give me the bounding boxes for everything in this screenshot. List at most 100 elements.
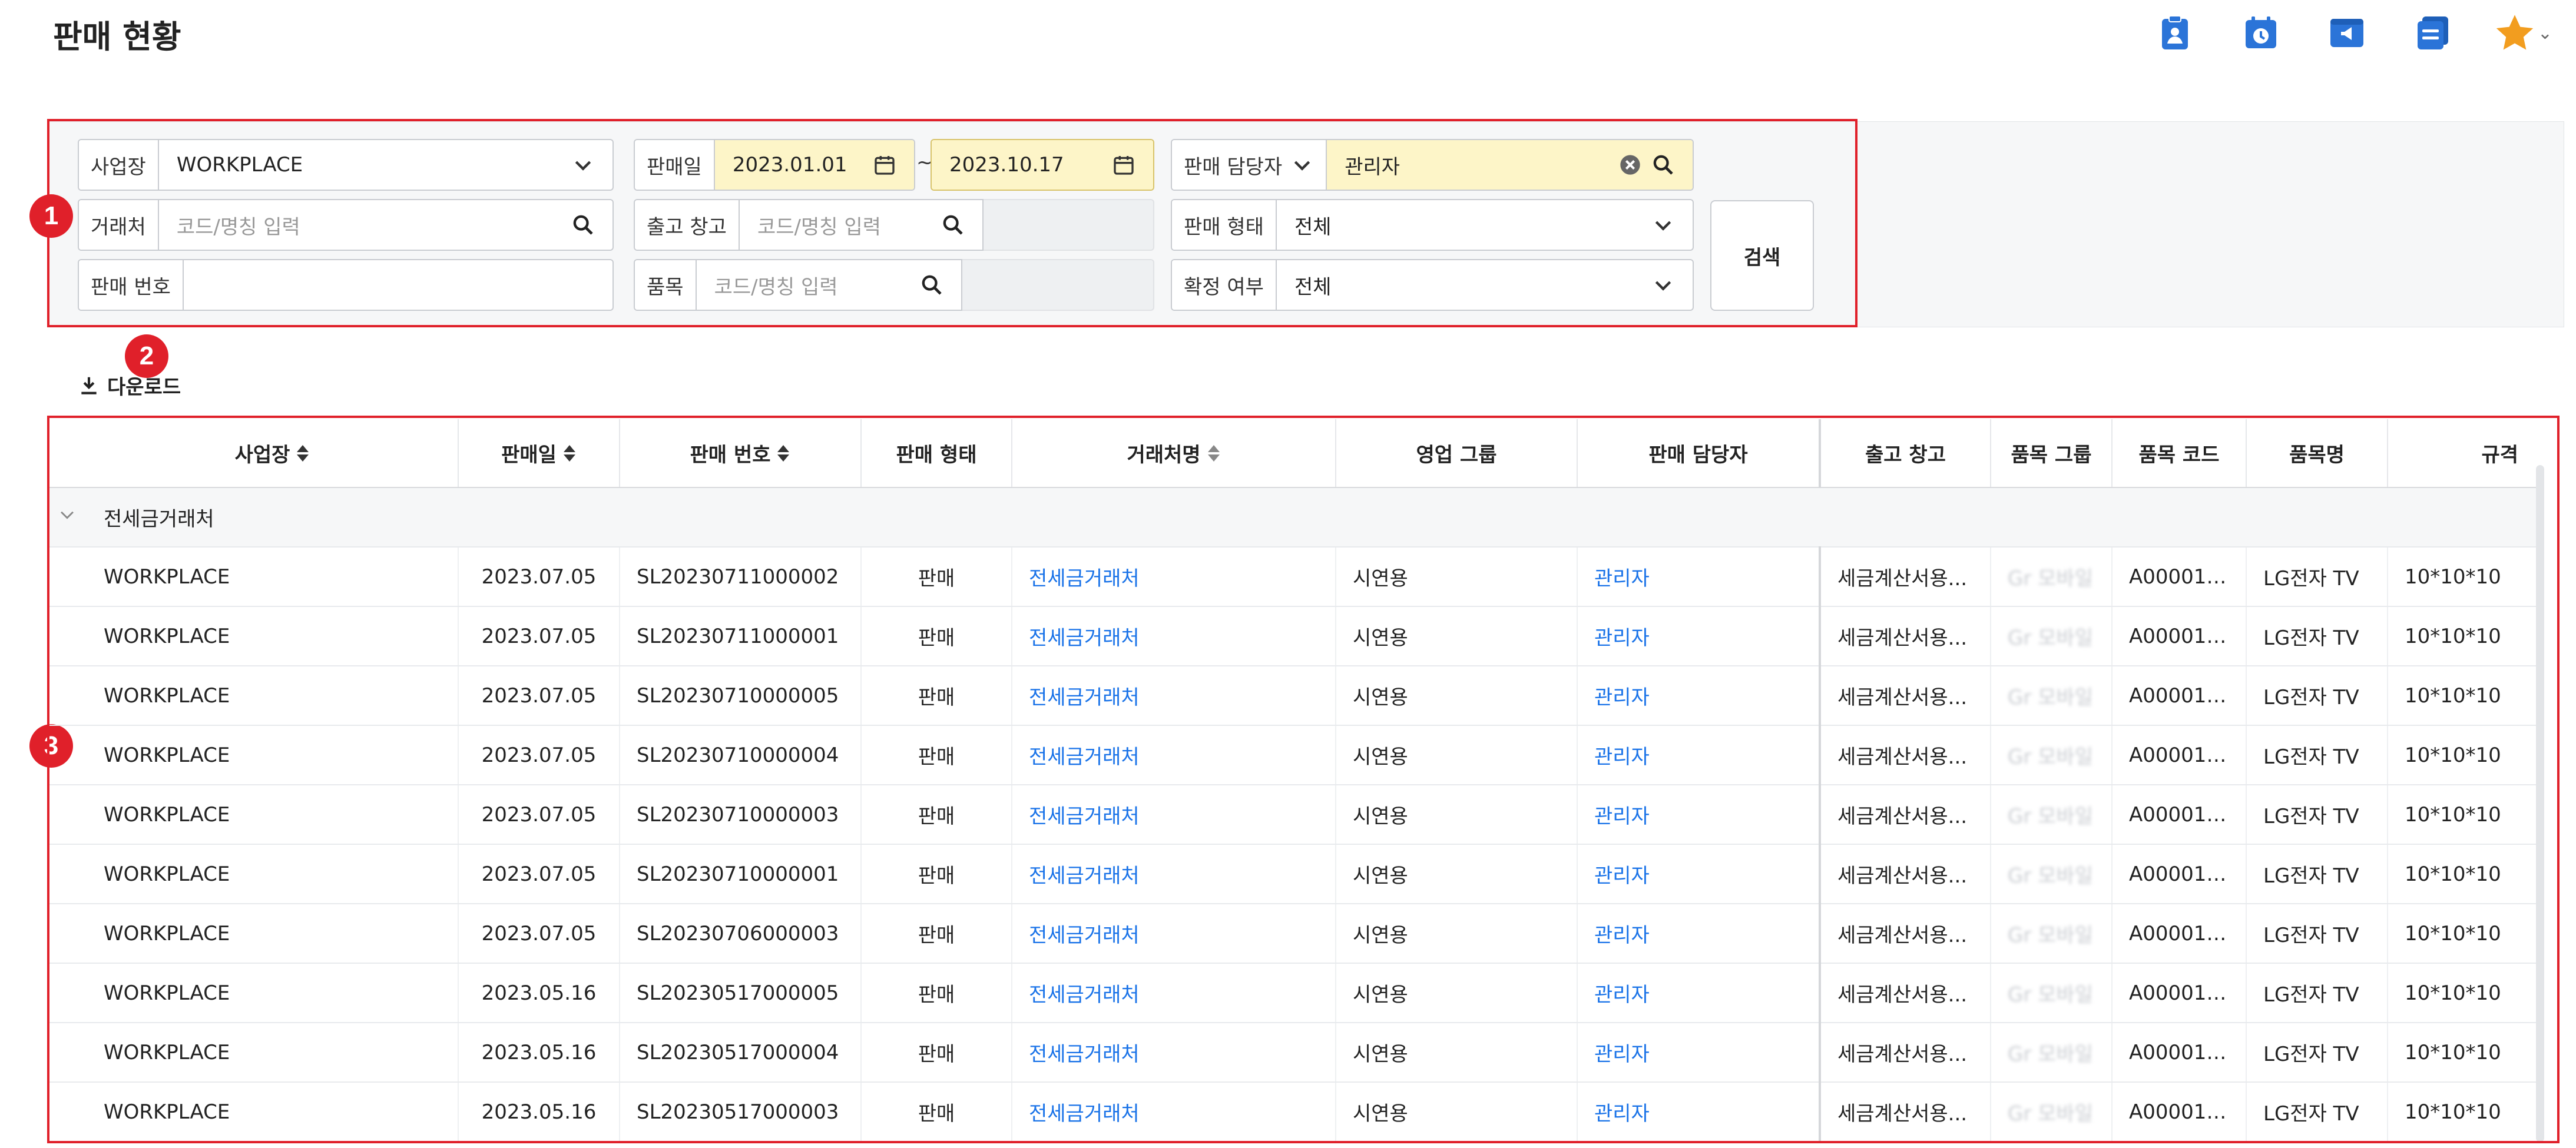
cell-item-name: LG전자 TV bbox=[2246, 606, 2388, 666]
cell-manager[interactable]: 관리자 bbox=[1577, 666, 1821, 726]
cell-item-code: A000010... bbox=[2112, 844, 2247, 904]
cell-customer[interactable]: 전세금거래처 bbox=[1012, 725, 1336, 785]
cell-manager[interactable]: 관리자 bbox=[1577, 785, 1821, 845]
workplace-select[interactable]: 사업장 WORKPLACE bbox=[78, 139, 614, 191]
cell-sales-group: 시연용 bbox=[1336, 547, 1578, 607]
favorite-toggle[interactable]: ⌄ bbox=[2494, 12, 2552, 54]
cell-customer[interactable]: 전세금거래처 bbox=[1012, 904, 1336, 964]
cell-item-name: LG전자 TV bbox=[2246, 725, 2388, 785]
sale-type-select[interactable]: 판매 형태 전체 bbox=[1171, 199, 1694, 251]
cell-sale-no: SL20230706000003 bbox=[620, 904, 862, 964]
cell-manager[interactable]: 관리자 bbox=[1577, 904, 1821, 964]
star-icon bbox=[2496, 15, 2534, 50]
table-row[interactable]: WORKPLACE 2023.07.05 SL20230710000004 판매 전세금… bbox=[47, 725, 2542, 785]
cell-sale-no: SL20230710000005 bbox=[620, 666, 862, 726]
cell-sale-no: SL20230711000002 bbox=[620, 547, 862, 607]
table-row[interactable]: WORKPLACE 2023.05.16 SL20230517000003 판매 전세금… bbox=[47, 1082, 2542, 1142]
col-header-customer[interactable]: 거래처명 bbox=[1012, 419, 1336, 488]
cell-sale-no: SL20230710000004 bbox=[620, 725, 862, 785]
table-row[interactable]: WORKPLACE 2023.05.16 SL20230517000005 판매 전세금… bbox=[47, 963, 2542, 1023]
clipboard-user-icon[interactable] bbox=[2155, 13, 2195, 53]
item-field[interactable]: 품목 코드/명칭 입력 bbox=[634, 259, 962, 311]
col-header-sale-type[interactable]: 판매 형태 bbox=[861, 419, 1012, 488]
col-header-manager[interactable]: 판매 담당자 bbox=[1577, 419, 1821, 488]
cell-customer[interactable]: 전세금거래처 bbox=[1012, 963, 1336, 1023]
download-button[interactable]: 다운로드 bbox=[78, 371, 181, 400]
cell-customer[interactable]: 전세금거래처 bbox=[1012, 547, 1336, 607]
confirm-value: 전체 bbox=[1294, 275, 1332, 299]
cell-customer[interactable]: 전세금거래처 bbox=[1012, 1082, 1336, 1142]
clear-icon[interactable] bbox=[1618, 153, 1642, 177]
col-header-item-code[interactable]: 품목 코드 bbox=[2112, 419, 2247, 488]
sale-date-to[interactable]: 2023.10.17 bbox=[931, 139, 1154, 191]
table-row[interactable]: WORKPLACE 2023.07.05 SL20230711000002 판매 전세금… bbox=[47, 547, 2542, 607]
col-header-warehouse[interactable]: 출고 창고 bbox=[1820, 419, 1991, 488]
cell-sales-group: 시연용 bbox=[1336, 963, 1578, 1023]
megaphone-window-icon[interactable] bbox=[2327, 13, 2367, 53]
sale-date-from[interactable]: 판매일 2023.01.01 bbox=[634, 139, 915, 191]
row-spacer bbox=[47, 666, 87, 726]
table-row[interactable]: WORKPLACE 2023.07.05 SL20230706000003 판매 전세금… bbox=[47, 904, 2542, 964]
search-button[interactable]: 검색 bbox=[1710, 200, 1814, 311]
col-header-sale-date[interactable]: 판매일 bbox=[458, 419, 620, 488]
cell-customer[interactable]: 전세금거래처 bbox=[1012, 1023, 1336, 1083]
cell-item-group: Gr 모바일 bbox=[1991, 785, 2113, 845]
cell-spec: 10*10*10 bbox=[2388, 666, 2542, 726]
cell-customer[interactable]: 전세금거래처 bbox=[1012, 666, 1336, 726]
row-spacer bbox=[47, 844, 87, 904]
cell-manager[interactable]: 관리자 bbox=[1577, 1082, 1821, 1142]
manager-label-select[interactable]: 판매 담당자 bbox=[1172, 140, 1327, 190]
cell-customer[interactable]: 전세금거래처 bbox=[1012, 844, 1336, 904]
cell-manager[interactable]: 관리자 bbox=[1577, 547, 1821, 607]
cell-manager[interactable]: 관리자 bbox=[1577, 963, 1821, 1023]
cell-sale-type: 판매 bbox=[861, 904, 1012, 964]
warehouse-input[interactable]: 코드/명칭 입력 bbox=[757, 211, 881, 240]
col-header-spec[interactable]: 규격 bbox=[2388, 419, 2542, 488]
cell-sale-type: 판매 bbox=[861, 725, 1012, 785]
cell-manager[interactable]: 관리자 bbox=[1577, 844, 1821, 904]
cell-sale-date: 2023.05.16 bbox=[458, 1082, 620, 1142]
table-row[interactable]: WORKPLACE 2023.07.05 SL20230710000001 판매 전세금… bbox=[47, 844, 2542, 904]
table-row[interactable]: WORKPLACE 2023.07.05 SL20230710000005 판매 전세금… bbox=[47, 666, 2542, 726]
cell-customer[interactable]: 전세금거래처 bbox=[1012, 606, 1336, 666]
table-row[interactable]: WORKPLACE 2023.05.16 SL20230517000004 판매 전세금… bbox=[47, 1023, 2542, 1083]
search-icon[interactable] bbox=[941, 213, 965, 237]
warehouse-field[interactable]: 출고 창고 코드/명칭 입력 bbox=[634, 199, 984, 251]
col-header-workplace[interactable]: 사업장 bbox=[87, 419, 459, 488]
cell-spec: 10*10*10 bbox=[2388, 904, 2542, 964]
calendar-clock-icon[interactable] bbox=[2241, 13, 2281, 53]
search-icon[interactable] bbox=[1651, 153, 1675, 177]
cell-manager[interactable]: 관리자 bbox=[1577, 606, 1821, 666]
vertical-scrollbar[interactable] bbox=[2536, 465, 2544, 1142]
table-row[interactable]: WORKPLACE 2023.07.05 SL20230710000003 판매 전세금… bbox=[47, 785, 2542, 845]
cell-customer[interactable]: 전세금거래처 bbox=[1012, 785, 1336, 845]
item-input[interactable]: 코드/명칭 입력 bbox=[714, 271, 838, 300]
customer-field[interactable]: 거래처 코드/명칭 입력 bbox=[78, 199, 614, 251]
calendar-icon[interactable] bbox=[873, 153, 896, 177]
search-icon[interactable] bbox=[571, 213, 595, 237]
confirm-select[interactable]: 확정 여부 전체 bbox=[1171, 259, 1694, 311]
customer-input[interactable]: 코드/명칭 입력 bbox=[177, 211, 300, 240]
manager-field[interactable]: 판매 담당자 관리자 bbox=[1171, 139, 1694, 191]
cell-manager[interactable]: 관리자 bbox=[1577, 1023, 1821, 1083]
col-header-sales-group[interactable]: 영업 그룹 bbox=[1336, 419, 1578, 488]
cell-manager[interactable]: 관리자 bbox=[1577, 725, 1821, 785]
chevron-down-icon[interactable] bbox=[47, 487, 87, 548]
cell-item-code: A000010... bbox=[2112, 963, 2247, 1023]
col-header-item-group[interactable]: 품목 그룹 bbox=[1991, 419, 2113, 488]
sale-date-to-value: 2023.10.17 bbox=[949, 153, 1064, 177]
sale-no-field[interactable]: 판매 번호 bbox=[78, 259, 614, 311]
cell-workplace: WORKPLACE bbox=[87, 606, 459, 666]
document-list-icon[interactable] bbox=[2413, 13, 2453, 53]
cell-sale-no: SL20230710000001 bbox=[620, 844, 862, 904]
group-row[interactable]: 전세금거래처 bbox=[47, 487, 2542, 548]
cell-item-code: A000010... bbox=[2112, 725, 2247, 785]
col-header-sale-no[interactable]: 판매 번호 bbox=[620, 419, 862, 488]
sort-icon bbox=[776, 444, 790, 468]
search-icon[interactable] bbox=[920, 273, 943, 297]
calendar-icon[interactable] bbox=[1112, 153, 1135, 177]
cell-sales-group: 시연용 bbox=[1336, 606, 1578, 666]
col-header-item-name[interactable]: 품목명 bbox=[2246, 419, 2388, 488]
table-row[interactable]: WORKPLACE 2023.07.05 SL20230711000001 판매 전세금… bbox=[47, 606, 2542, 666]
cell-sale-type: 판매 bbox=[861, 606, 1012, 666]
